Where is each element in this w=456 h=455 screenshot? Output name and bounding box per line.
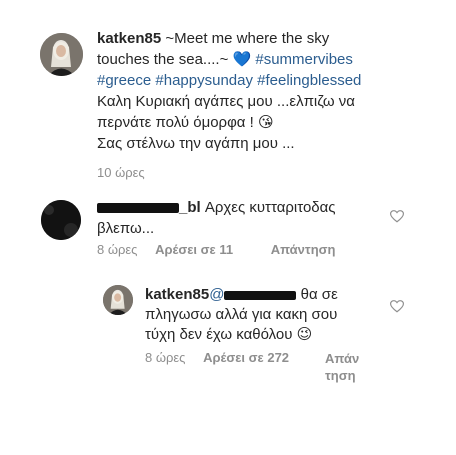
caption-text: ~Meet me where the sky [165,30,330,47]
greek-line-3: Σας στέλνω την αγάπη μου ... [97,135,295,152]
comment1-text-1: Αρχες κυτταριτοδας [204,199,336,216]
heart-outline-icon[interactable] [390,300,404,314]
comment1-meta: 8 ώρες Αρέσει σε 11 Απάντηση [97,242,335,257]
comment1-text-2: βλεπω... [97,220,155,237]
greek-line-2: περνάτε πολύ όμορφα ! [97,114,254,131]
comment2-body: katken85@ θα σε πληγωσω αλλά για κακη σο… [145,285,385,345]
hashtag-happysunday[interactable]: #happysunday [155,72,253,89]
comment2-reply-button[interactable]: Απάν τηση [325,350,359,384]
comment2-likes[interactable]: Αρέσει σε 272 [203,350,289,365]
comment2-username[interactable]: katken85 [145,286,209,303]
comment1-username-tail[interactable]: _bl [179,199,201,216]
post-caption: katken85 ~Meet me where the sky touches … [97,28,437,183]
redacted-mention [224,290,297,300]
greek-line-1: Καλη Κυριακή αγάπες μου ...ελπιζω να [97,93,355,110]
comment2-text-1: θα σε [300,286,338,303]
comment2-reply-line1: Απάν [325,351,360,366]
redacted-username [97,203,179,214]
hashtag-greece[interactable]: #greece [97,72,151,89]
caption-text-2: touches the sea....~ [97,51,229,68]
comment2-mention-prefix[interactable]: @ [209,286,224,303]
comment1-likes[interactable]: Αρέσει σε 11 [155,242,233,257]
comment1-avatar[interactable] [41,200,81,240]
heart-outline-icon[interactable] [390,210,404,224]
comment1-body: _bl Αρχες κυτταριτοδας βλεπω... [97,197,387,239]
post-author-username[interactable]: katken85 [97,30,161,47]
comment1-reply-button[interactable]: Απάντηση [271,242,336,257]
comment2-time: 8 ώρες [145,350,186,365]
hashtag-summervibes[interactable]: #summervibes [255,51,353,68]
comment2-meta: 8 ώρες Αρέσει σε 272 [145,350,289,365]
post-time: 10 ώρες [97,165,145,180]
post-author-avatar[interactable] [40,33,83,76]
wink-emoji: 😉 [296,326,313,343]
comment1-time: 8 ώρες [97,242,138,257]
kiss-emoji: 😘 [258,114,274,131]
comment2-avatar[interactable] [103,285,133,315]
comment2-reply-line2: τηση [325,368,356,383]
blue-heart-emoji: 💙 [232,51,252,68]
comment2-text-2: πληγωσω αλλά για κακη σου [145,306,338,323]
comment2-text-3: τύχη δεν έχω καθόλου [145,326,293,343]
hashtag-feelingblessed[interactable]: #feelingblessed [257,72,361,89]
